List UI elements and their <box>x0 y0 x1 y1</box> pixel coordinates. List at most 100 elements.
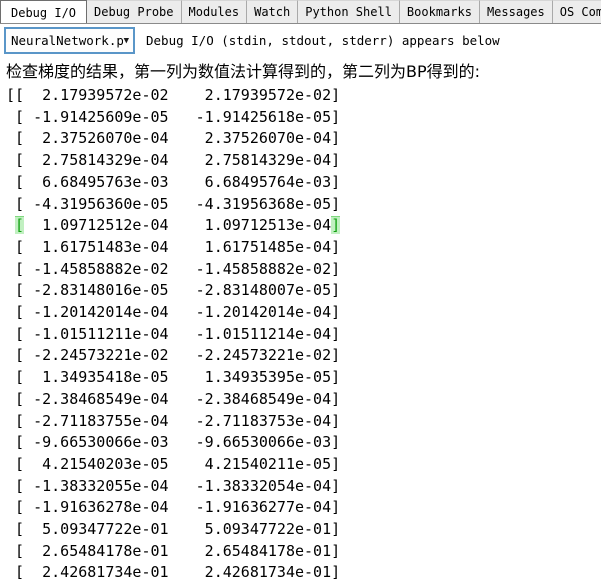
numeric-gradient-value: 2.37526070e-04 <box>24 129 169 148</box>
bracket-open: [ <box>15 86 25 104</box>
tab-os-commands[interactable]: OS Commands <box>552 0 601 23</box>
tab-debug-io[interactable]: Debug I/O <box>0 0 88 23</box>
bp-gradient-value: -2.38468549e-04 <box>186 389 332 408</box>
outer-bracket <box>6 346 15 364</box>
numeric-gradient-value: 1.34935418e-05 <box>24 368 169 387</box>
bracket-open: [ <box>15 303 25 322</box>
tab-watch[interactable]: Watch <box>247 0 299 23</box>
column-gap <box>169 325 187 343</box>
bracket-close: ] <box>331 281 341 300</box>
numeric-gradient-value: 6.68495763e-03 <box>24 172 169 191</box>
bp-gradient-value: -2.71183753e-04 <box>186 411 332 430</box>
matrix-row: [ 2.75814329e-04 2.75814329e-04] <box>6 150 601 172</box>
matrix-row: [ -1.38332055e-04 -1.38332054e-04] <box>6 476 601 498</box>
outer-bracket <box>6 325 15 343</box>
bracket-open: [ <box>15 346 25 365</box>
process-selector-dropdown[interactable]: NeuralNetwork.py (j ▼ <box>4 27 135 54</box>
matrix-row: [ 5.09347722e-01 5.09347722e-01] <box>6 519 601 541</box>
bp-gradient-value: -1.01511214e-04 <box>186 324 332 343</box>
matrix-row: [ -1.91425609e-05 -1.91425618e-05] <box>6 107 601 129</box>
bp-gradient-value: 2.42681734e-01 <box>186 563 332 582</box>
outer-bracket <box>6 129 15 147</box>
outer-bracket <box>6 498 15 516</box>
numeric-gradient-value: 2.75814329e-04 <box>24 151 169 170</box>
numeric-gradient-value: 1.09712512e-04 <box>24 216 169 235</box>
numeric-gradient-value: -1.91425609e-05 <box>24 107 169 126</box>
numeric-gradient-value: -2.71183755e-04 <box>24 411 169 430</box>
debug-io-console[interactable]: 检查梯度的结果，第一列为数值法计算得到的，第二列为BP得到的: [[ 2.179… <box>0 57 601 584</box>
outer-bracket <box>6 455 15 473</box>
bracket-close: ] <box>331 520 341 539</box>
numeric-gradient-value: 1.61751483e-04 <box>24 237 169 256</box>
bracket-close: ] <box>331 259 341 278</box>
bracket-close: ] <box>331 86 341 104</box>
bracket-close: ] <box>331 237 341 256</box>
numeric-gradient-value: -1.38332055e-04 <box>24 476 169 495</box>
numeric-gradient-value: -2.83148016e-05 <box>24 281 169 300</box>
bracket-open: [ <box>15 107 25 126</box>
tab-python-shell[interactable]: Python Shell <box>298 0 400 23</box>
bp-gradient-value: -1.91636277e-04 <box>186 498 332 517</box>
bracket-open: [ <box>15 498 25 517</box>
column-gap <box>169 520 187 538</box>
outer-bracket <box>6 216 15 234</box>
column-gap <box>169 346 187 364</box>
column-gap <box>169 433 187 451</box>
bp-gradient-value: 5.09347722e-01 <box>186 520 332 539</box>
bp-gradient-value: -2.24573221e-02 <box>186 346 332 365</box>
outer-bracket <box>6 563 15 581</box>
bracket-close: ] <box>331 216 341 235</box>
matrix-row: [ 6.68495763e-03 6.68495764e-03] <box>6 172 601 194</box>
matrix-output: [[ 2.17939572e-02 2.17939572e-02] [ -1.9… <box>6 85 601 584</box>
numeric-gradient-value: -9.66530066e-03 <box>24 433 169 452</box>
numeric-gradient-value: -2.24573221e-02 <box>24 346 169 365</box>
bp-gradient-value: 2.17939572e-02 <box>186 86 332 104</box>
bracket-open: [ <box>15 563 25 582</box>
bracket-close: ] <box>331 172 341 191</box>
bracket-open: [ <box>15 411 25 430</box>
outer-bracket <box>6 238 15 256</box>
bp-gradient-value: 1.09712513e-04 <box>186 216 332 235</box>
bracket-close: ] <box>331 107 341 126</box>
numeric-gradient-value: -1.20142014e-04 <box>24 303 169 322</box>
dropdown-arrow-icon: ▼ <box>123 35 129 46</box>
debug-io-toolbar: NeuralNetwork.py (j ▼ Debug I/O (stdin, … <box>0 24 601 57</box>
bracket-open: [ <box>15 237 25 256</box>
bracket-open: [ <box>15 476 25 495</box>
bp-gradient-value: -4.31956368e-05 <box>186 194 332 213</box>
matrix-row: [ -2.71183755e-04 -2.71183753e-04] <box>6 411 601 433</box>
outer-bracket <box>6 542 15 560</box>
tab-messages[interactable]: Messages <box>479 0 553 23</box>
column-gap <box>169 455 187 473</box>
bp-gradient-value: -1.20142014e-04 <box>186 303 332 322</box>
bracket-open: [ <box>15 259 25 278</box>
numeric-gradient-value: 2.65484178e-01 <box>24 541 169 560</box>
outer-bracket <box>6 173 15 191</box>
outer-bracket <box>6 303 15 321</box>
numeric-gradient-value: -4.31956360e-05 <box>24 194 169 213</box>
numeric-gradient-value: -1.01511211e-04 <box>24 324 169 343</box>
matrix-row: [ 1.34935418e-05 1.34935395e-05] <box>6 367 601 389</box>
tab-bookmarks[interactable]: Bookmarks <box>399 0 480 23</box>
outer-bracket <box>6 520 15 538</box>
bracket-open: [ <box>15 433 25 452</box>
column-gap <box>169 498 187 516</box>
matrix-row: [ -2.38468549e-04 -2.38468549e-04] <box>6 389 601 411</box>
tab-modules[interactable]: Modules <box>181 0 248 23</box>
bracket-close: ] <box>331 563 341 582</box>
bp-gradient-value: 2.65484178e-01 <box>186 541 332 560</box>
matrix-row: [ -1.45858882e-02 -1.45858882e-02] <box>6 259 601 281</box>
bracket-close: ] <box>331 498 341 517</box>
bp-gradient-value: -9.66530066e-03 <box>186 433 332 452</box>
bracket-close: ] <box>331 454 341 473</box>
outer-bracket <box>6 151 15 169</box>
column-gap <box>169 86 187 104</box>
bracket-open: [ <box>15 541 25 560</box>
column-gap <box>169 281 187 299</box>
column-gap <box>169 303 187 321</box>
bracket-close: ] <box>331 368 341 387</box>
bracket-open: [ <box>15 172 25 191</box>
bracket-open: [ <box>15 324 25 343</box>
tab-debug-probe[interactable]: Debug Probe <box>87 0 182 23</box>
bp-gradient-value: 1.34935395e-05 <box>186 368 332 387</box>
